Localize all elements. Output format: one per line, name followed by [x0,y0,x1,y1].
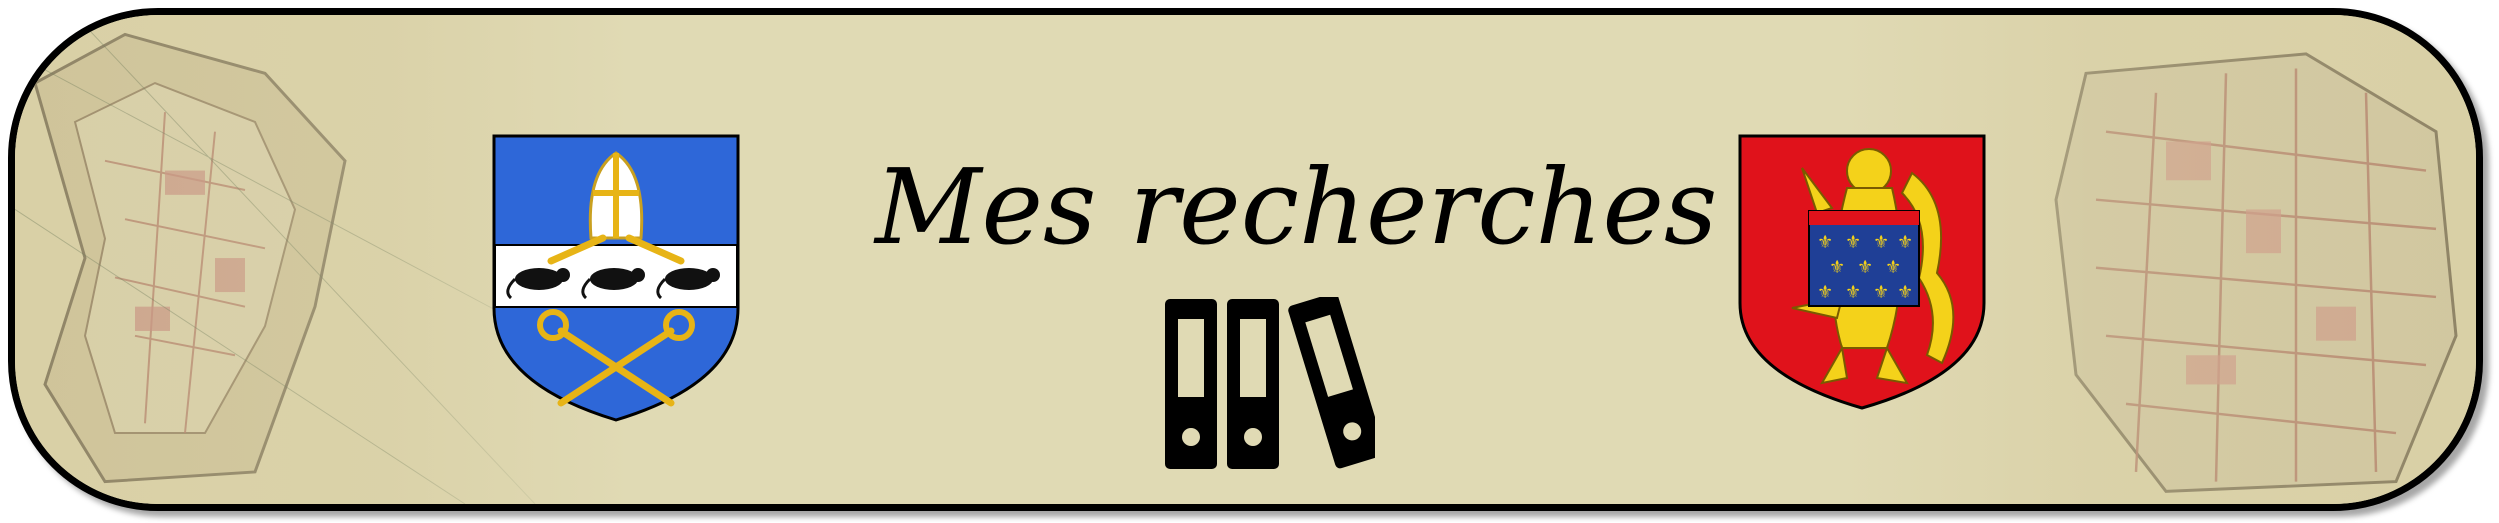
svg-text:⚜: ⚜ [1885,257,1901,278]
svg-text:⚜: ⚜ [1897,232,1913,253]
page-title: Mes recherches [875,146,1718,268]
header-banner: Mes recherches ⚜ ⚜ ⚜ ⚜ ⚜ ⚜ ⚜ ⚜ ⚜ ⚜ ⚜ [8,8,2483,511]
coat-of-arms-blue-mitre-rats-crossed-crosiers-icon [492,134,740,422]
svg-text:⚜: ⚜ [1817,232,1833,253]
svg-text:⚜: ⚜ [1873,282,1889,303]
svg-text:⚜: ⚜ [1829,257,1845,278]
svg-text:⚜: ⚜ [1873,232,1889,253]
svg-text:⚜: ⚜ [1897,282,1913,303]
svg-text:⚜: ⚜ [1845,282,1861,303]
svg-text:⚜: ⚜ [1845,232,1861,253]
coat-of-arms-red-lion-fleur-de-lis-icon: ⚜ ⚜ ⚜ ⚜ ⚜ ⚜ ⚜ ⚜ ⚜ ⚜ ⚜ [1738,134,1986,410]
svg-text:⚜: ⚜ [1857,257,1873,278]
svg-text:⚜: ⚜ [1817,282,1833,303]
archive-binders-icon [1165,297,1375,469]
